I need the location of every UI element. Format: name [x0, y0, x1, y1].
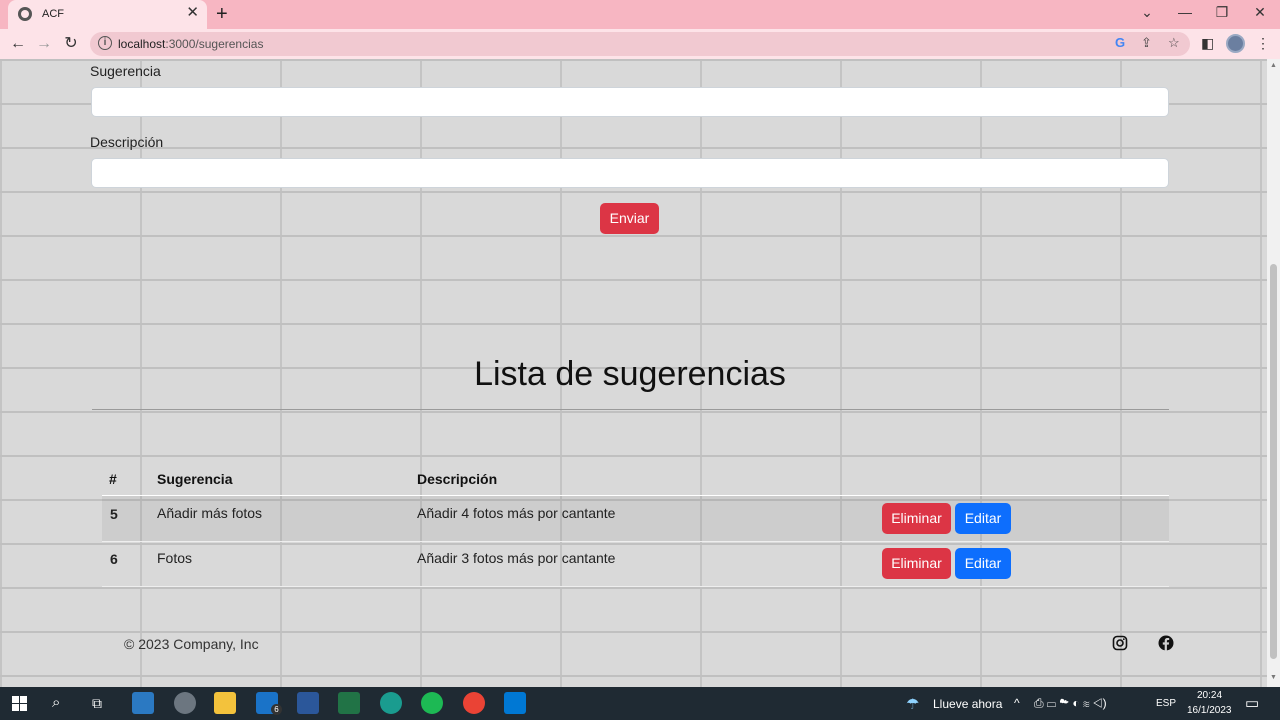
share-icon[interactable]: ⇪	[1141, 35, 1152, 51]
forward-arrow-icon[interactable]: →	[34, 34, 54, 54]
instagram-icon[interactable]	[1112, 635, 1128, 651]
weather-text[interactable]: Llueve ahora	[933, 697, 1002, 711]
profile-avatar[interactable]	[1226, 34, 1245, 53]
new-tab-button[interactable]: +	[216, 3, 228, 25]
close-window-button[interactable]: ✕	[1250, 4, 1270, 21]
browser-tab[interactable]: ACF ✕	[8, 0, 207, 29]
word-icon[interactable]	[297, 692, 319, 714]
tray-icons[interactable]: ⎙ ▭ ☁ ◐ ≋ ◁)	[1034, 696, 1107, 711]
tab-search-icon[interactable]: ⌄	[1137, 4, 1157, 21]
browser-toolbar: ← → ↻ i localhost:3000/sugerencias G ⇪ ☆…	[0, 29, 1280, 59]
google-lens-icon[interactable]: G	[1115, 35, 1125, 50]
clock-date[interactable]: 16/1/2023	[1187, 705, 1232, 716]
page-scrollbar[interactable]: ▲ ▼	[1267, 59, 1280, 687]
page-title: Lista de sugerencias	[474, 355, 786, 393]
disk-app-icon[interactable]	[174, 692, 196, 714]
language-indicator[interactable]: ESP	[1156, 698, 1176, 709]
rain-umbrella-icon: ☂	[906, 696, 920, 713]
facebook-icon[interactable]	[1158, 635, 1174, 651]
close-tab-icon[interactable]: ✕	[186, 5, 199, 21]
mail-badge: 6	[271, 704, 282, 715]
task-view-icon[interactable]: ⧉	[92, 695, 102, 712]
reload-icon[interactable]: ↻	[61, 34, 81, 54]
back-arrow-icon[interactable]: ←	[8, 34, 28, 54]
chrome-icon[interactable]	[463, 692, 485, 714]
descripcion-input[interactable]	[91, 158, 1169, 188]
chevron-up-icon[interactable]: ^	[1014, 696, 1020, 710]
row-id: 5	[110, 506, 118, 522]
minimize-button[interactable]: —	[1175, 4, 1195, 20]
side-panel-icon[interactable]: ◧	[1201, 35, 1214, 52]
restore-button[interactable]: ❐	[1212, 4, 1232, 21]
column-header-id: #	[109, 471, 117, 487]
eliminar-button[interactable]: Eliminar	[882, 548, 951, 579]
vscode-icon[interactable]	[504, 692, 526, 714]
windows-start-icon[interactable]	[12, 696, 27, 711]
tab-title: ACF	[42, 8, 64, 20]
windows-taskbar: ⌕ ⧉ 6 ☂ Llueve ahora ^ ⎙ ▭ ☁ ◐ ≋ ◁) ESP …	[0, 687, 1280, 720]
row-id: 6	[110, 551, 118, 567]
notifications-icon[interactable]: ▭	[1245, 694, 1259, 712]
menu-kebab-icon[interactable]: ⋮	[1256, 35, 1270, 52]
spotify-icon[interactable]	[421, 692, 443, 714]
bookmark-star-icon[interactable]: ☆	[1168, 35, 1180, 51]
sugerencia-label: Sugerencia	[90, 63, 161, 79]
column-header-sugerencia: Sugerencia	[157, 471, 233, 487]
excel-icon[interactable]	[338, 692, 360, 714]
editar-button[interactable]: Editar	[955, 503, 1011, 534]
row-sugerencia: Fotos	[157, 550, 193, 566]
row-descripcion: Añadir 4 fotos más por cantante	[417, 505, 616, 521]
enviar-button[interactable]: Enviar	[600, 203, 659, 234]
file-explorer-icon[interactable]	[214, 692, 236, 714]
address-bar[interactable]: i localhost:3000/sugerencias G ⇪ ☆	[90, 32, 1190, 56]
app-installer-icon[interactable]	[132, 692, 154, 714]
edge-icon[interactable]	[380, 692, 402, 714]
row-divider	[102, 586, 1169, 587]
sugerencia-input[interactable]	[91, 87, 1169, 117]
page-content: Sugerencia Descripción Enviar Lista de s…	[0, 59, 1267, 687]
scrollbar-thumb[interactable]	[1270, 264, 1277, 659]
footer-copyright: © 2023 Company, Inc	[124, 636, 259, 652]
eliminar-button[interactable]: Eliminar	[882, 503, 951, 534]
row-divider	[102, 541, 1169, 542]
editar-button[interactable]: Editar	[955, 548, 1011, 579]
row-descripcion: Añadir 3 fotos más por cantante	[417, 550, 616, 566]
url-text[interactable]: localhost:3000/sugerencias	[118, 37, 263, 51]
globe-icon	[18, 7, 32, 21]
scroll-up-arrow-icon[interactable]: ▲	[1270, 62, 1277, 69]
search-icon[interactable]: ⌕	[52, 694, 60, 711]
scroll-down-arrow-icon[interactable]: ▼	[1270, 674, 1277, 681]
browser-tab-bar: ACF ✕ + ⌄ — ❐ ✕	[0, 0, 1280, 29]
column-header-descripcion: Descripción	[417, 471, 498, 487]
divider	[92, 409, 1169, 410]
clock-time[interactable]: 20:24	[1197, 690, 1222, 701]
row-sugerencia: Añadir más fotos	[157, 505, 263, 521]
descripcion-label: Descripción	[90, 134, 164, 150]
site-info-icon[interactable]: i	[98, 36, 112, 50]
